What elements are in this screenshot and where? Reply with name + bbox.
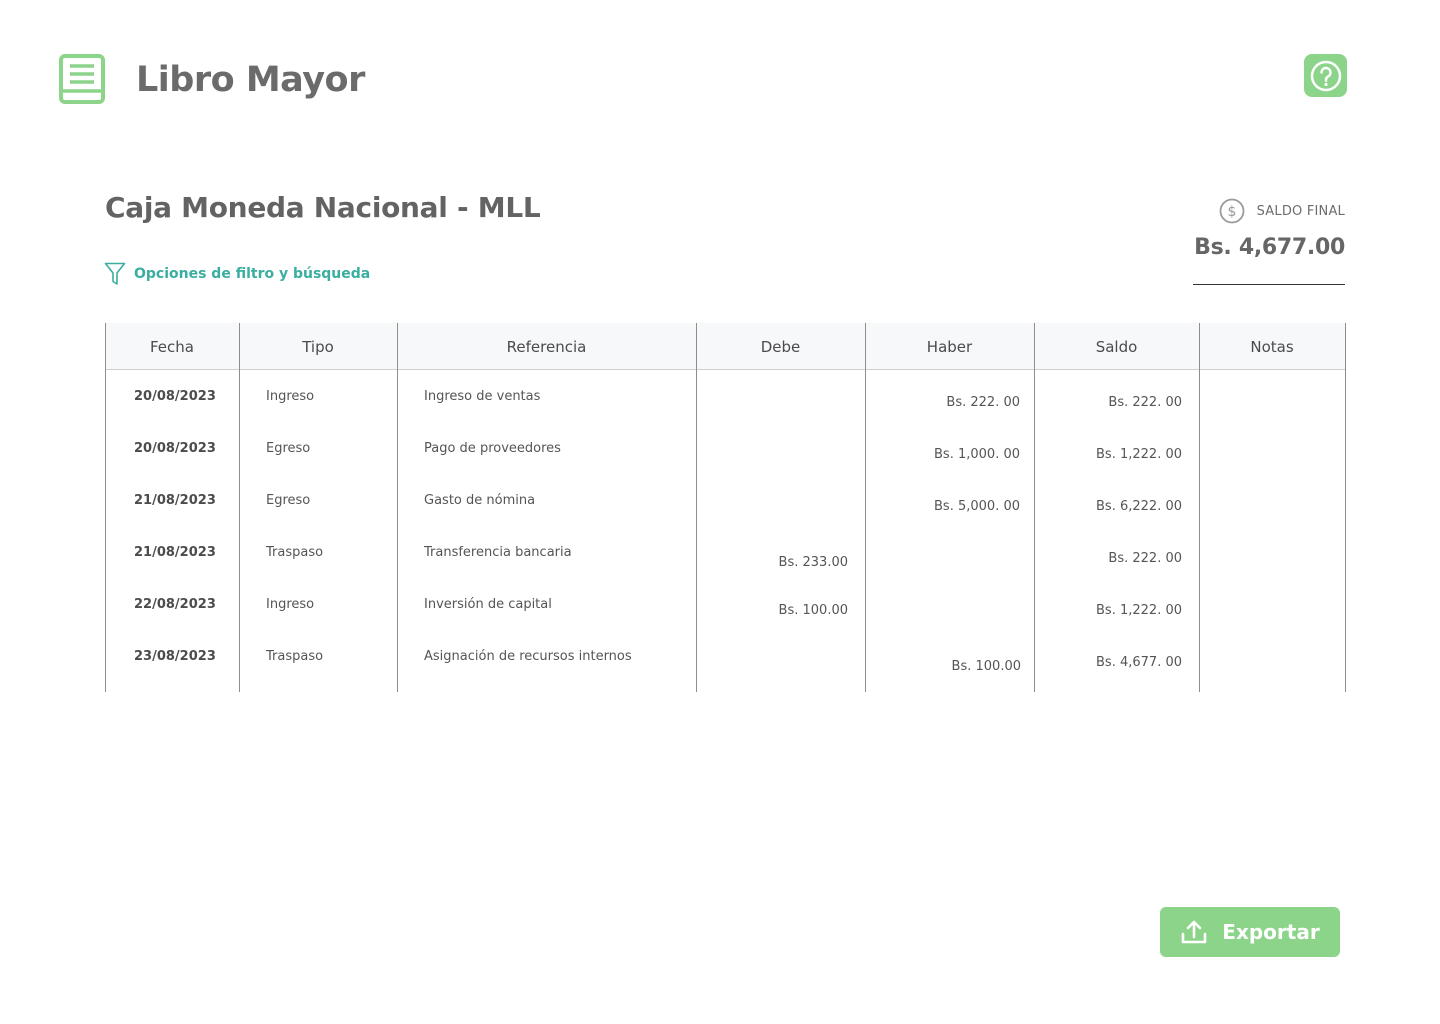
cell-saldo: Bs. 4,677. 00 xyxy=(1096,655,1182,670)
cell-fecha: 21/08/2023 xyxy=(134,493,216,508)
cell-tipo: Egreso xyxy=(266,441,311,456)
cell-saldo: Bs. 6,222. 00 xyxy=(1096,499,1182,514)
question-circle-icon xyxy=(1310,60,1341,91)
cell-tipo: Egreso xyxy=(266,493,311,508)
cell-tipo: Ingreso xyxy=(266,597,315,612)
final-balance-value: Bs. 4,677.00 xyxy=(1194,235,1345,260)
cell-fecha: 23/08/2023 xyxy=(134,649,216,664)
cell-saldo: Bs. 222. 00 xyxy=(1108,395,1182,410)
cell-fecha: 21/08/2023 xyxy=(134,545,216,560)
dollar-circle-icon: $ xyxy=(1219,198,1245,224)
cell-debe: Bs. 233.00 xyxy=(778,555,848,570)
cell-tipo: Traspaso xyxy=(266,545,324,560)
column-header-debe[interactable]: Debe xyxy=(696,323,865,370)
cell-referencia: Pago de proveedores xyxy=(424,441,561,456)
column-header-notas[interactable]: Notas xyxy=(1199,323,1345,370)
account-title: Caja Moneda Nacional - MLL xyxy=(105,191,541,224)
column-header-tipo[interactable]: Tipo xyxy=(239,323,397,370)
filter-options-link[interactable]: Opciones de filtro y búsqueda xyxy=(104,262,370,286)
cell-debe: Bs. 100.00 xyxy=(778,603,848,618)
cell-haber: Bs. 5,000. 00 xyxy=(934,499,1020,514)
cell-referencia: Inversión de capital xyxy=(424,597,552,612)
cell-fecha: 20/08/2023 xyxy=(134,441,216,456)
cell-fecha: 22/08/2023 xyxy=(134,597,216,612)
column-header-haber[interactable]: Haber xyxy=(865,323,1034,370)
ledger-book-icon xyxy=(58,53,106,105)
help-button[interactable] xyxy=(1304,54,1347,97)
final-balance-label: SALDO FINAL xyxy=(1256,203,1345,219)
ledger-table: Fecha Tipo Referencia Debe Haber Saldo N… xyxy=(105,323,1346,692)
cell-referencia: Ingreso de ventas xyxy=(424,389,541,404)
cell-haber: Bs. 222. 00 xyxy=(946,395,1020,410)
final-balance: $ SALDO FINAL Bs. 4,677.00 xyxy=(1193,196,1345,285)
column-header-fecha[interactable]: Fecha xyxy=(105,323,239,370)
export-button[interactable]: Exportar xyxy=(1160,907,1340,957)
cell-referencia: Asignación de recursos internos xyxy=(424,649,632,664)
filter-icon xyxy=(104,262,126,285)
cell-referencia: Transferencia bancaria xyxy=(424,545,572,560)
column-header-referencia[interactable]: Referencia xyxy=(397,323,696,370)
cell-saldo: Bs. 1,222. 00 xyxy=(1096,603,1182,618)
cell-saldo: Bs. 222. 00 xyxy=(1108,551,1182,566)
svg-text:$: $ xyxy=(1227,204,1236,220)
cell-tipo: Traspaso xyxy=(266,649,324,664)
column-header-saldo[interactable]: Saldo xyxy=(1034,323,1199,370)
filter-options-label: Opciones de filtro y búsqueda xyxy=(134,266,371,282)
page-title: Libro Mayor xyxy=(136,60,365,100)
cell-saldo: Bs. 1,222. 00 xyxy=(1096,447,1182,462)
cell-fecha: 20/08/2023 xyxy=(134,389,216,404)
cell-tipo: Ingreso xyxy=(266,389,315,404)
upload-icon xyxy=(1181,920,1207,944)
cell-haber: Bs. 100.00 xyxy=(951,659,1021,674)
cell-haber: Bs. 1,000. 00 xyxy=(934,447,1020,462)
cell-referencia: Gasto de nómina xyxy=(424,493,536,508)
export-button-label: Exportar xyxy=(1222,920,1320,944)
